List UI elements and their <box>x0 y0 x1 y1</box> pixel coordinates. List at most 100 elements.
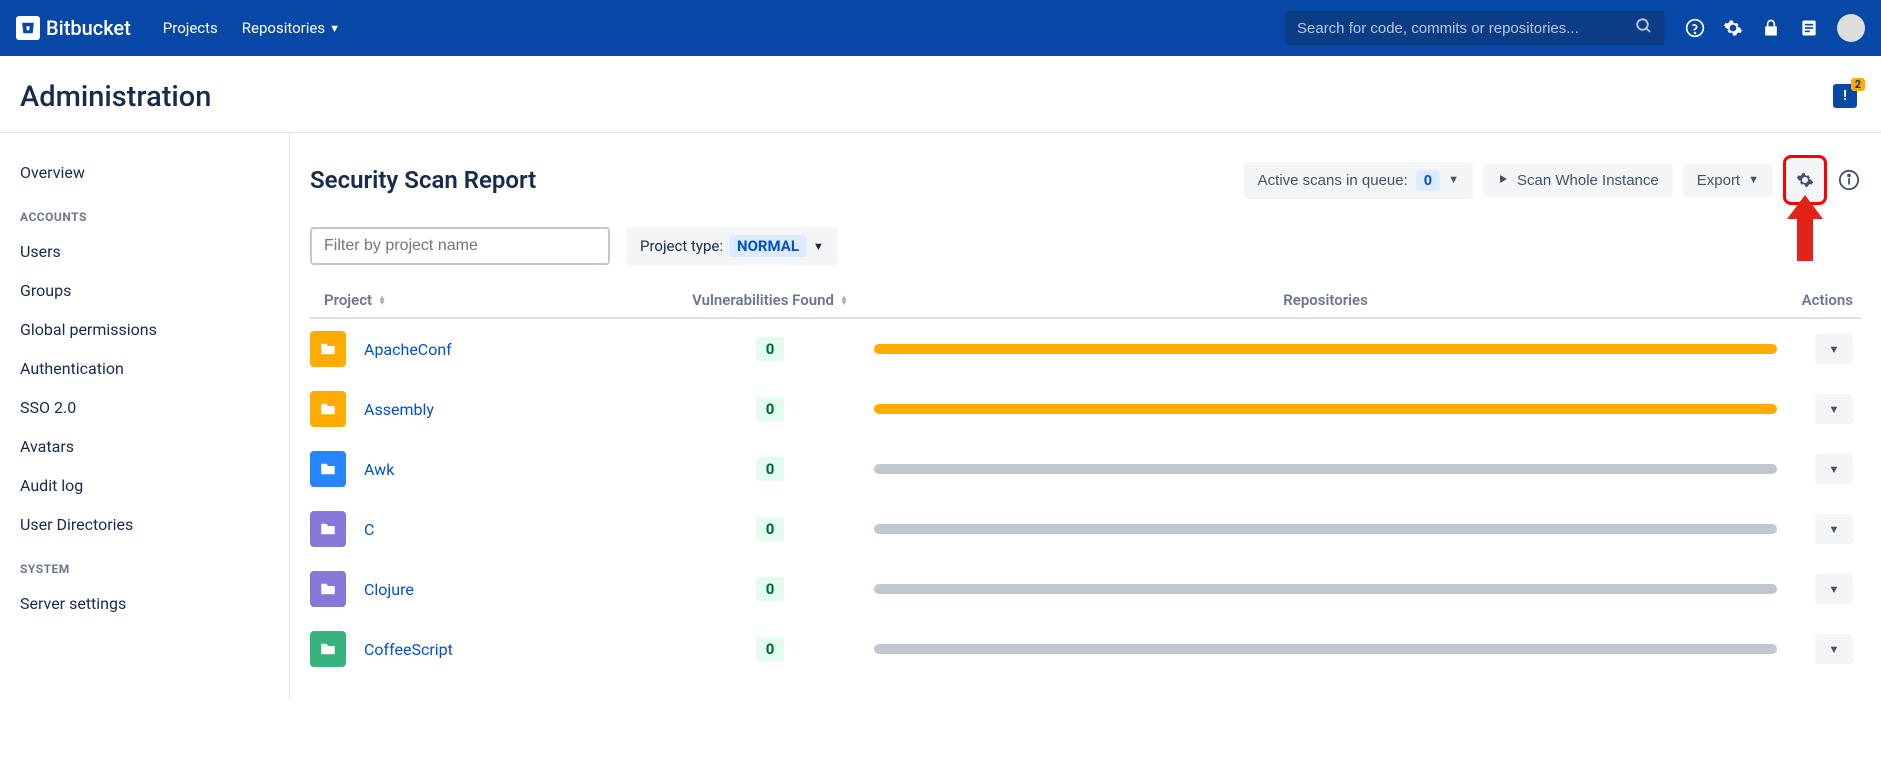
sort-icon: ▲▼ <box>840 295 848 305</box>
row-actions-dropdown[interactable]: ▼ <box>1815 454 1853 484</box>
vulnerability-count-badge: 0 <box>756 457 785 481</box>
search-input[interactable] <box>1297 20 1635 37</box>
chevron-down-icon: ▼ <box>1829 583 1840 596</box>
page-title-bar: Administration ! 2 <box>0 56 1881 133</box>
info-icon[interactable] <box>1837 168 1861 192</box>
row-actions-dropdown[interactable]: ▼ <box>1815 514 1853 544</box>
project-link[interactable]: Assembly <box>364 400 434 419</box>
table-body: ApacheConf 0 ▼ Assembly 0 ▼ <box>310 319 1861 679</box>
column-header-vulnerabilities[interactable]: Vulnerabilities Found ▲▼ <box>670 291 870 309</box>
repository-progress-bar <box>874 404 1777 414</box>
table-row: Assembly 0 ▼ <box>310 379 1861 439</box>
top-icons <box>1685 14 1865 42</box>
folder-icon <box>310 451 346 487</box>
column-header-actions: Actions <box>1781 291 1861 309</box>
folder-icon <box>310 331 346 367</box>
active-scans-dropdown[interactable]: Active scans in queue: 0 ▼ <box>1244 162 1473 199</box>
repository-progress-bar <box>874 344 1777 354</box>
active-scans-count: 0 <box>1416 170 1440 191</box>
notification-count: 2 <box>1851 78 1865 91</box>
project-link[interactable]: CoffeeScript <box>364 640 453 659</box>
sidebar-heading-accounts: ACCOUNTS <box>0 192 289 232</box>
scan-whole-instance-button[interactable]: Scan Whole Instance <box>1483 164 1673 197</box>
gear-icon <box>1796 171 1814 189</box>
sort-icon: ▲▼ <box>378 295 386 305</box>
sidebar-item-overview[interactable]: Overview <box>0 153 289 192</box>
chevron-down-icon: ▼ <box>1829 523 1840 536</box>
sidebar: Overview ACCOUNTS Users Groups Global pe… <box>0 133 290 699</box>
table-row: CoffeeScript 0 ▼ <box>310 619 1861 679</box>
sidebar-item-global-permissions[interactable]: Global permissions <box>0 310 289 349</box>
folder-icon <box>310 511 346 547</box>
chevron-down-icon: ▼ <box>329 22 340 35</box>
chevron-down-icon: ▼ <box>1829 643 1840 656</box>
play-icon <box>1497 172 1509 189</box>
project-link[interactable]: C <box>364 520 374 539</box>
row-actions-dropdown[interactable]: ▼ <box>1815 634 1853 664</box>
logo[interactable]: Bitbucket <box>16 16 131 40</box>
column-header-repositories: Repositories <box>870 291 1781 309</box>
chevron-down-icon: ▼ <box>1829 343 1840 356</box>
filter-project-name-input[interactable] <box>310 227 610 265</box>
app-name: Bitbucket <box>46 16 131 40</box>
topbar: Bitbucket Projects Repositories ▼ <box>0 0 1881 56</box>
repository-progress-bar <box>874 584 1777 594</box>
sidebar-item-server-settings[interactable]: Server settings <box>0 584 289 623</box>
project-link[interactable]: Awk <box>364 460 394 479</box>
filter-bar: Project type: NORMAL ▼ <box>310 227 1861 265</box>
project-type-dropdown[interactable]: Project type: NORMAL ▼ <box>626 227 838 265</box>
repository-progress-bar <box>874 524 1777 534</box>
column-header-project[interactable]: Project ▲▼ <box>310 291 670 309</box>
chevron-down-icon: ▼ <box>813 240 824 253</box>
search-box[interactable] <box>1285 11 1665 45</box>
repository-progress-bar <box>874 644 1777 654</box>
nav-repositories[interactable]: Repositories ▼ <box>230 11 352 45</box>
chevron-down-icon: ▼ <box>1829 403 1840 416</box>
row-actions-dropdown[interactable]: ▼ <box>1815 394 1853 424</box>
sidebar-item-authentication[interactable]: Authentication <box>0 349 289 388</box>
table-row: Clojure 0 ▼ <box>310 559 1861 619</box>
gear-icon[interactable] <box>1723 18 1743 38</box>
callout-arrow-icon <box>1787 195 1823 261</box>
sidebar-item-groups[interactable]: Groups <box>0 271 289 310</box>
export-dropdown[interactable]: Export ▼ <box>1683 164 1773 197</box>
lock-icon[interactable] <box>1761 18 1781 38</box>
notification-badge[interactable]: ! 2 <box>1833 84 1857 108</box>
nav-projects[interactable]: Projects <box>151 11 230 45</box>
row-actions-dropdown[interactable]: ▼ <box>1815 334 1853 364</box>
vulnerability-count-badge: 0 <box>756 337 785 361</box>
table-row: Awk 0 ▼ <box>310 439 1861 499</box>
vulnerability-count-badge: 0 <box>756 517 785 541</box>
sidebar-item-sso[interactable]: SSO 2.0 <box>0 388 289 427</box>
table-header: Project ▲▼ Vulnerabilities Found ▲▼ Repo… <box>310 283 1861 319</box>
repository-progress-bar <box>874 464 1777 474</box>
chevron-down-icon: ▼ <box>1829 463 1840 476</box>
chevron-down-icon: ▼ <box>1448 174 1459 186</box>
project-link[interactable]: Clojure <box>364 580 414 599</box>
folder-icon <box>310 391 346 427</box>
main-header: Security Scan Report Active scans in que… <box>310 155 1861 205</box>
project-link[interactable]: ApacheConf <box>364 340 452 359</box>
sidebar-item-user-directories[interactable]: User Directories <box>0 505 289 544</box>
vulnerability-count-badge: 0 <box>756 637 785 661</box>
chevron-down-icon: ▼ <box>1748 174 1759 186</box>
sidebar-item-avatars[interactable]: Avatars <box>0 427 289 466</box>
help-icon[interactable] <box>1685 18 1705 38</box>
table-row: ApacheConf 0 ▼ <box>310 319 1861 379</box>
document-icon[interactable] <box>1799 18 1819 38</box>
sidebar-item-users[interactable]: Users <box>0 232 289 271</box>
row-actions-dropdown[interactable]: ▼ <box>1815 574 1853 604</box>
main-content: Security Scan Report Active scans in que… <box>290 133 1881 699</box>
table-row: C 0 ▼ <box>310 499 1861 559</box>
sidebar-heading-system: SYSTEM <box>0 544 289 584</box>
search-icon[interactable] <box>1635 17 1653 39</box>
sidebar-item-audit-log[interactable]: Audit log <box>0 466 289 505</box>
avatar[interactable] <box>1837 14 1865 42</box>
vulnerability-count-badge: 0 <box>756 577 785 601</box>
folder-icon <box>310 631 346 667</box>
folder-icon <box>310 571 346 607</box>
report-title: Security Scan Report <box>310 166 536 194</box>
vulnerability-count-badge: 0 <box>756 397 785 421</box>
page-title: Administration <box>20 80 211 114</box>
project-type-value: NORMAL <box>729 235 807 257</box>
